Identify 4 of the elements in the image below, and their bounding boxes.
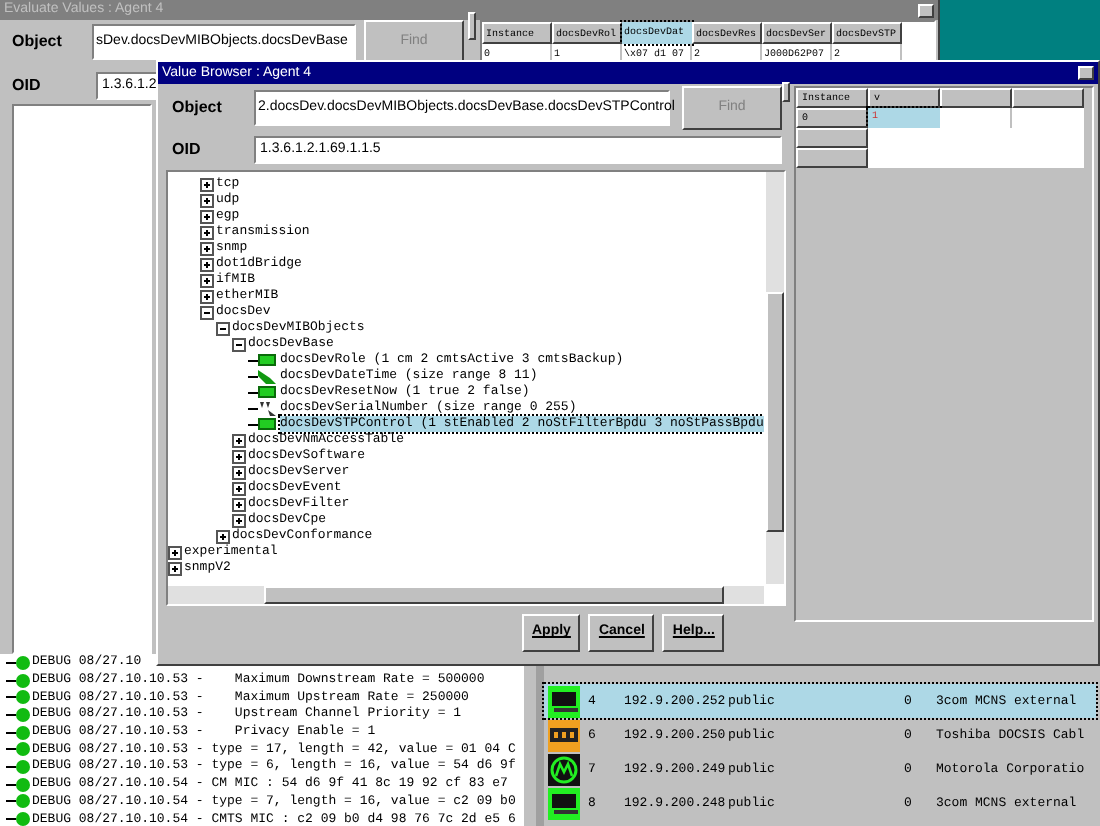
field-label: Object — [172, 98, 222, 118]
field-label: OID — [12, 76, 41, 96]
field-label: Object — [12, 32, 62, 52]
field-label: OID — [172, 140, 201, 160]
